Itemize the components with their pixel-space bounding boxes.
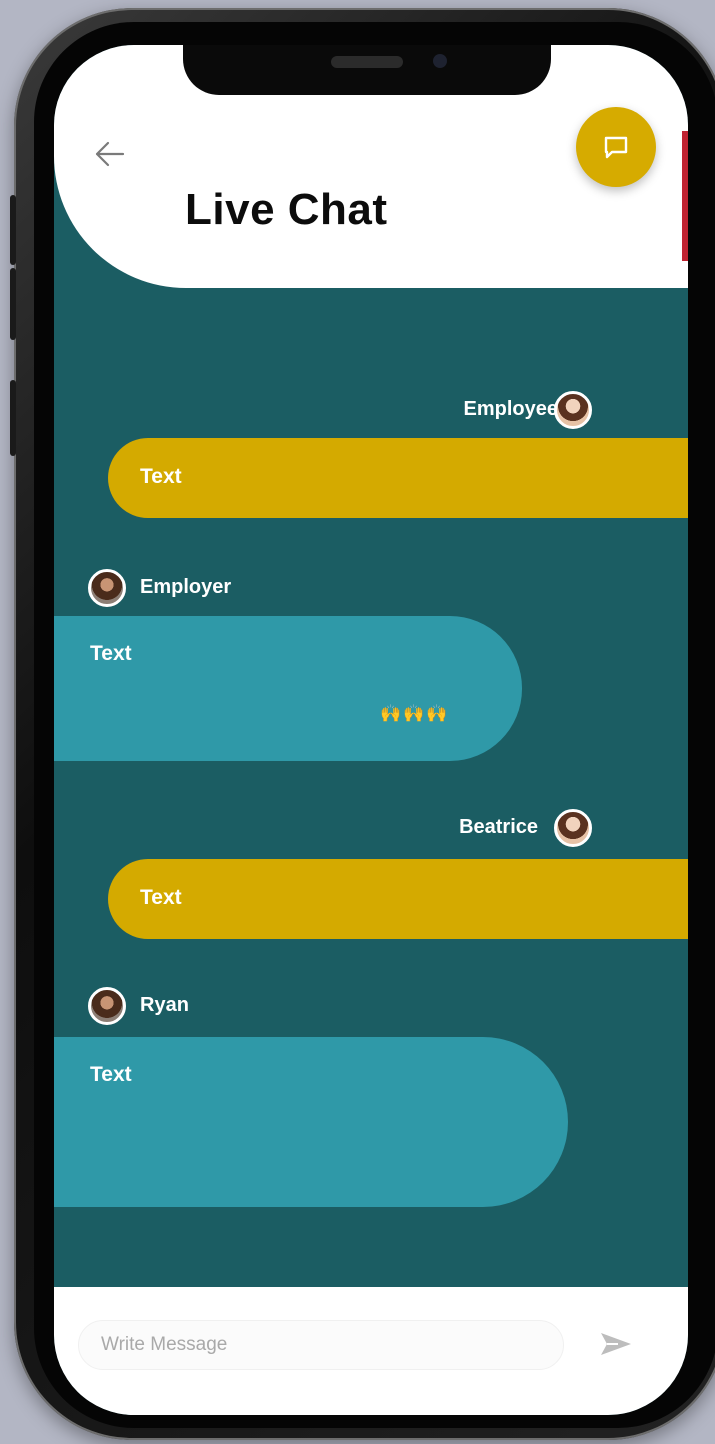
- message-text: Text: [140, 886, 182, 909]
- front-camera: [433, 54, 447, 68]
- volume-down-button: [10, 268, 16, 340]
- message-sender: Beatrice: [434, 809, 594, 847]
- message-text: Text: [140, 465, 182, 488]
- sender-name: Beatrice: [459, 816, 538, 838]
- message-bubble[interactable]: Text: [108, 438, 688, 518]
- earpiece-speaker: [331, 56, 403, 68]
- message-sender: Employee: [434, 391, 594, 429]
- mute-switch: [10, 380, 16, 456]
- sender-name: Employer: [140, 576, 232, 598]
- composer-bar: [54, 1287, 688, 1415]
- volume-up-button: [10, 195, 16, 265]
- chat-bubble-icon: [604, 136, 628, 159]
- avatar[interactable]: [88, 569, 126, 607]
- avatar[interactable]: [88, 987, 126, 1025]
- message-text: Text: [90, 642, 132, 665]
- app-screen: Live Chat Employee Text Employer Text 🙌🙌…: [54, 45, 688, 1415]
- phone-notch: [183, 45, 551, 95]
- reaction-emojis[interactable]: 🙌🙌🙌: [380, 704, 450, 724]
- chat-fab-button[interactable]: [576, 107, 656, 187]
- avatar[interactable]: [554, 391, 592, 429]
- sender-name: Ryan: [140, 994, 189, 1016]
- message-bubble[interactable]: Text: [54, 1037, 568, 1207]
- sender-name: Employee: [463, 398, 558, 420]
- message-bubble[interactable]: Text: [108, 859, 688, 939]
- message-sender: Employer: [88, 569, 288, 607]
- message-input[interactable]: [78, 1320, 564, 1370]
- message-text: Text: [90, 1063, 132, 1086]
- message-sender: Ryan: [88, 987, 288, 1025]
- avatar[interactable]: [554, 809, 592, 847]
- page-title: Live Chat: [185, 185, 388, 234]
- edge-accent-bar: [682, 131, 688, 261]
- back-arrow-icon[interactable]: [92, 139, 128, 169]
- send-icon[interactable]: [598, 1329, 634, 1359]
- message-bubble[interactable]: Text 🙌🙌🙌: [54, 616, 522, 761]
